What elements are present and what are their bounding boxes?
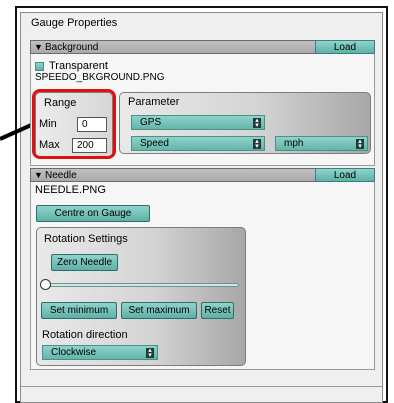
select-arrows-icon: ▴ ▾	[253, 138, 261, 150]
transparent-checkbox[interactable]	[35, 62, 44, 71]
unit-select[interactable]: mph ▴ ▾	[275, 136, 368, 151]
zero-needle-button[interactable]: Zero Needle	[51, 254, 118, 271]
collapse-triangle-icon: ▼	[34, 170, 43, 180]
needle-header-label: Needle	[45, 170, 77, 181]
rotation-direction-label: Rotation direction	[42, 329, 128, 341]
select-arrows-icon: ▴ ▾	[356, 138, 364, 150]
parameter-source-select[interactable]: GPS ▴ ▾	[131, 115, 265, 130]
rotation-slider-thumb[interactable]	[40, 279, 51, 290]
needle-load-button[interactable]: Load	[315, 168, 375, 182]
parameter-title: Parameter	[128, 96, 180, 108]
reset-button[interactable]: Reset	[201, 302, 234, 319]
parameter-source-value: GPS	[140, 117, 162, 128]
select-arrows-icon: ▴ ▾	[253, 117, 261, 129]
range-highlight	[32, 89, 116, 159]
rotation-slider-track[interactable]	[41, 283, 239, 287]
rotation-direction-value: Clockwise	[51, 347, 97, 358]
background-header-label: Background	[45, 42, 99, 53]
select-arrows-icon: ▴ ▾	[146, 347, 154, 359]
collapse-triangle-icon: ▼	[34, 42, 43, 52]
parameter-value-value: Speed	[140, 138, 169, 149]
needle-section-header[interactable]: ▼ Needle Load	[30, 168, 375, 182]
background-section-header[interactable]: ▼ Background Load	[30, 40, 375, 54]
bottom-divider	[21, 386, 382, 387]
centre-on-gauge-button[interactable]: Centre on Gauge	[36, 205, 150, 222]
rotation-settings-title: Rotation Settings	[44, 233, 128, 245]
background-load-button[interactable]: Load	[315, 40, 375, 54]
background-filename: SPEEDO_BKGROUND.PNG	[35, 72, 165, 83]
unit-value: mph	[284, 138, 304, 149]
dialog-title: Gauge Properties	[31, 17, 118, 29]
transparent-label: Transparent	[49, 60, 108, 72]
set-minimum-button[interactable]: Set minimum	[41, 302, 117, 319]
set-maximum-button[interactable]: Set maximum	[121, 302, 197, 319]
rotation-direction-select[interactable]: Clockwise ▴ ▾	[42, 345, 158, 360]
needle-filename: NEEDLE.PNG	[35, 184, 106, 196]
parameter-value-select[interactable]: Speed ▴ ▾	[131, 136, 265, 151]
